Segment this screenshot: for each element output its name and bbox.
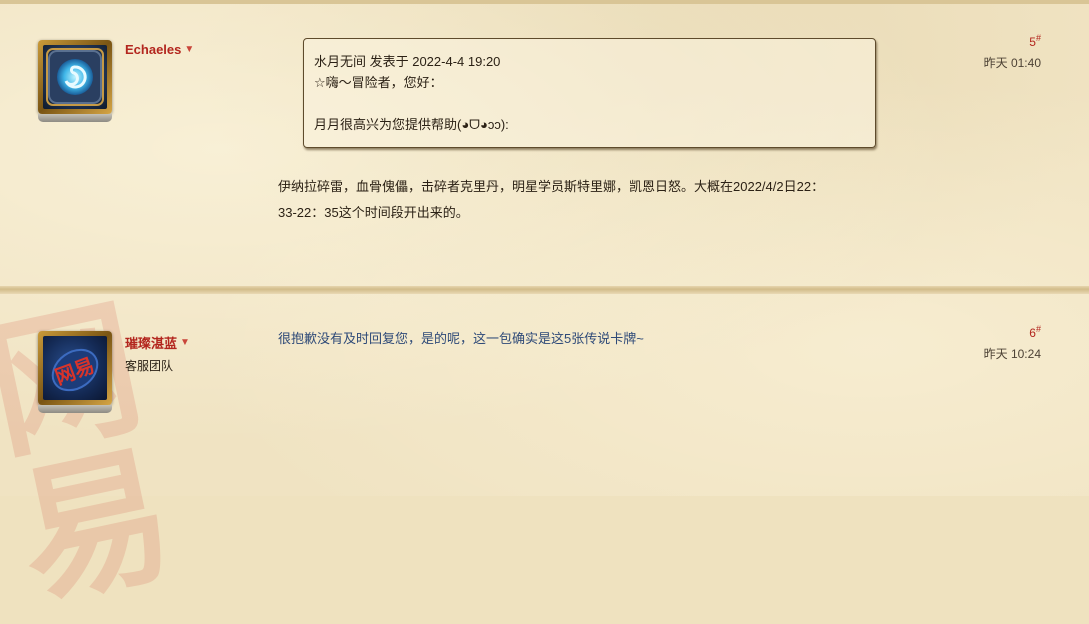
quote-line: ☆嗨～冒险者，您好： <box>314 75 443 90</box>
netease-logo-icon: 网易 <box>43 336 107 400</box>
post-body: 很抱歉没有及时回复您，是的呢，这一包确实是这5张传说卡牌~ <box>278 331 644 346</box>
avatar-ledge <box>38 114 112 122</box>
username[interactable]: Echaeles ▼ <box>125 42 194 57</box>
avatar[interactable]: 网易 <box>38 331 112 413</box>
post-6 <box>0 290 1089 496</box>
username[interactable]: 璀璨湛蓝 ▼ <box>125 333 190 352</box>
avatar[interactable] <box>38 40 112 122</box>
post-time: 昨天 10:24 <box>983 347 1041 361</box>
quote-line <box>314 93 865 114</box>
post-body-line: 33-22：35这个时间段开出来的。 <box>278 205 469 220</box>
username-label: 璀璨湛蓝 <box>125 336 178 351</box>
quote-line: 月月很高兴为您提供帮助(◕ᗜ◕ↄↄ): <box>314 117 509 132</box>
chevron-down-icon[interactable]: ▼ <box>184 44 194 55</box>
floor-number[interactable]: 6# <box>1029 324 1041 340</box>
user-role: 客服团队 <box>125 359 174 373</box>
avatar-ledge <box>38 405 112 413</box>
quote-header: 水月无间 发表于 2022-4-4 19:20 <box>314 54 501 69</box>
username-label: Echaeles <box>125 42 182 57</box>
quote-block: 水月无间 发表于 2022-4-4 19:20 ☆嗨～冒险者，您好： 月月很高兴… <box>303 38 876 148</box>
avatar-logo-text: 网易 <box>52 353 98 389</box>
floor-value: 6 <box>1029 326 1036 340</box>
floor-value: 5 <box>1029 35 1036 49</box>
post-body-line: 伊纳拉碎雷，血骨傀儡，击碎者克里丹，明星学员斯特里娜，凯恩日怒。大概在2022/… <box>278 179 825 194</box>
chevron-down-icon[interactable]: ▼ <box>180 337 190 348</box>
hearthstone-emblem-icon <box>43 45 107 109</box>
post-time: 昨天 01:40 <box>983 56 1041 70</box>
post-body: 伊纳拉碎雷，血骨傀儡，击碎者克里丹，明星学员斯特里娜，凯恩日怒。大概在2022/… <box>278 174 824 226</box>
floor-number[interactable]: 5# <box>1029 33 1041 49</box>
post-5: Echaeles ▼ 5# 昨天 01:40 水月无间 发表于 2022-4-4… <box>0 0 1089 288</box>
